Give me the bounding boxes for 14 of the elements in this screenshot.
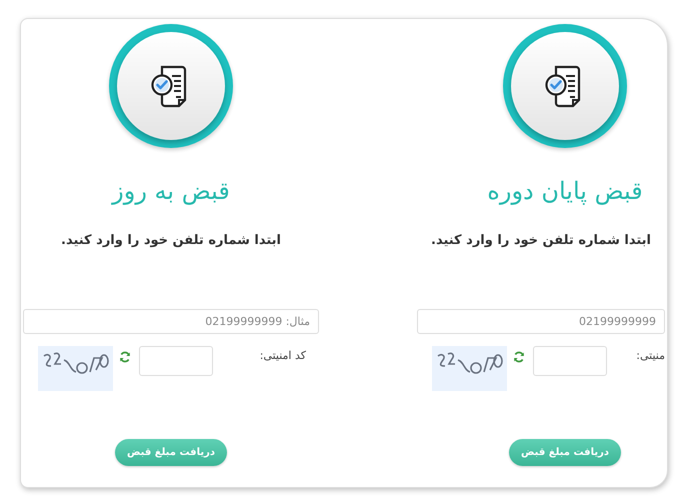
instruction-text: ابتدا شماره تلفن خود را وارد کنید. <box>61 232 281 250</box>
security-code-field[interactable] <box>139 346 213 376</box>
get-bill-amount-button[interactable]: دریافت مبلغ قبض <box>115 439 227 466</box>
get-bill-amount-button[interactable]: دریافت مبلغ قبض <box>509 439 621 466</box>
instruction-text: ابتدا شماره تلفن خود را وارد کنید. <box>431 232 651 250</box>
phone-field[interactable]: مثال: 02199999999 <box>23 309 319 334</box>
security-code-label: کد امنیتی: <box>260 348 306 364</box>
bill-title: قبض به روز <box>112 176 230 207</box>
refresh-icon[interactable] <box>513 351 525 363</box>
phone-field[interactable]: 02199999999 <box>417 309 665 334</box>
security-code-label: منیتی: <box>636 348 665 364</box>
security-code-field[interactable] <box>533 346 607 376</box>
bill-title: قبض پایان دوره <box>487 176 643 207</box>
refresh-icon[interactable] <box>119 351 131 363</box>
